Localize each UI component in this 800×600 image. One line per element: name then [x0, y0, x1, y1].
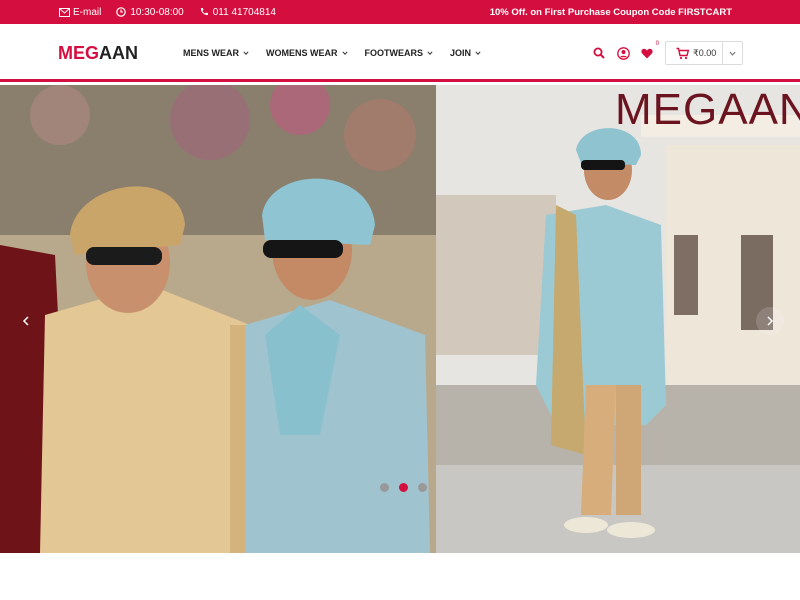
- contact-info: E-mail 10:30-08:00 011 41704814: [58, 0, 276, 24]
- email-label: E-mail: [73, 6, 102, 18]
- main-nav: MENS WEAR WOMENS WEAR FOOTWEARS JOIN: [183, 24, 481, 82]
- search-icon: [593, 47, 605, 59]
- nav-womens-wear[interactable]: WOMENS WEAR: [266, 48, 348, 58]
- wishlist-count: 0: [655, 41, 659, 47]
- nav-footwears[interactable]: FOOTWEARS: [365, 48, 434, 58]
- phone-link[interactable]: 011 41704814: [198, 6, 276, 18]
- cart-amount: ₹0.00: [693, 47, 717, 58]
- chevron-down-icon: [729, 51, 736, 56]
- slider-dot-2[interactable]: [399, 483, 408, 492]
- cart-dropdown-toggle[interactable]: [722, 42, 742, 64]
- hero-image-left: [0, 85, 436, 553]
- envelope-icon: [58, 6, 70, 18]
- header-icons: 0: [592, 24, 659, 82]
- logo-part-1: MEG: [58, 43, 100, 63]
- account-button[interactable]: [616, 46, 630, 60]
- nav-label: JOIN: [450, 48, 472, 58]
- slider-dots: [380, 483, 427, 492]
- chevron-down-icon: [341, 51, 348, 55]
- grooms-photo: [0, 85, 436, 553]
- slider-next-button[interactable]: [756, 307, 784, 335]
- promo-text: 10% Off. on First Purchase Coupon Code F…: [489, 6, 732, 18]
- nav-join[interactable]: JOIN: [450, 48, 481, 58]
- palace-photo: [436, 85, 800, 553]
- search-button[interactable]: [592, 46, 606, 60]
- phone-number: 011 41704814: [212, 6, 276, 18]
- chevron-left-icon: [22, 316, 29, 326]
- shopping-cart-icon: [676, 47, 689, 59]
- slider-dot-1[interactable]: [380, 483, 389, 492]
- chevron-right-icon: [767, 316, 774, 326]
- nav-label: MENS WEAR: [183, 48, 239, 58]
- site-logo[interactable]: MEGAAN: [58, 43, 138, 64]
- user-icon: [616, 46, 630, 60]
- phone-icon: [198, 6, 210, 18]
- chevron-down-icon: [427, 51, 433, 55]
- logo-part-2: AAN: [99, 43, 139, 63]
- cart-button[interactable]: ₹0.00: [665, 41, 743, 65]
- clock-icon: [115, 6, 127, 18]
- slider-prev-button[interactable]: [12, 307, 40, 335]
- hero-brand-text: MEGAAN: [615, 85, 800, 134]
- slider-dot-3[interactable]: [418, 483, 427, 492]
- nav-mens-wear[interactable]: MENS WEAR: [183, 48, 249, 58]
- chevron-down-icon: [475, 51, 481, 55]
- email-link[interactable]: E-mail: [58, 6, 101, 18]
- nav-label: WOMENS WEAR: [266, 48, 338, 58]
- hero-image-right: [436, 85, 800, 553]
- opening-hours: 10:30-08:00: [115, 6, 184, 18]
- nav-label: FOOTWEARS: [364, 48, 424, 58]
- chevron-down-icon: [243, 51, 249, 55]
- top-bar: E-mail 10:30-08:00 011 41704814 10% Off.…: [0, 0, 800, 24]
- hours-text: 10:30-08:00: [130, 6, 184, 18]
- heart-icon: [641, 48, 653, 58]
- wishlist-button[interactable]: 0: [640, 41, 659, 60]
